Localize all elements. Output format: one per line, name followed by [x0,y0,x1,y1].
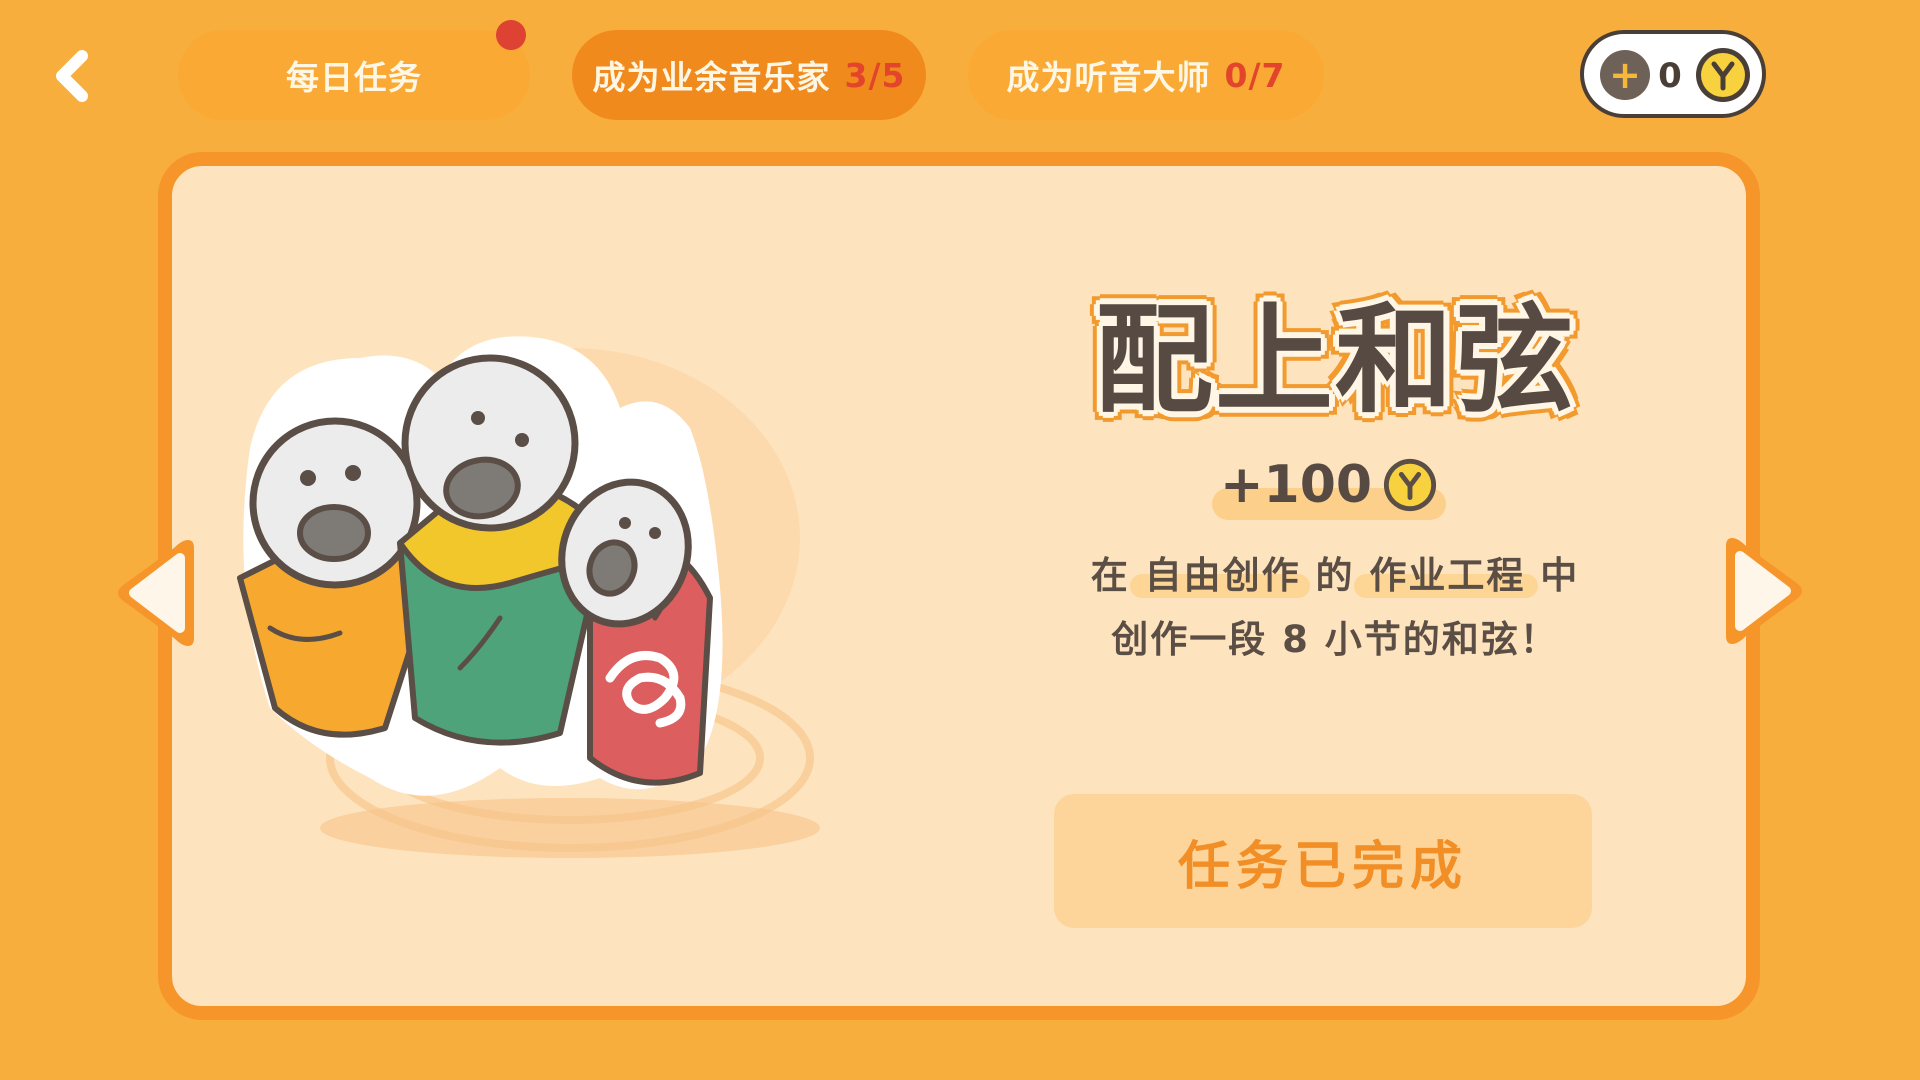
next-task-button[interactable] [1720,526,1812,656]
notification-dot [496,20,526,50]
arrow-right-icon [1726,538,1802,644]
coin-counter: + 0 [1580,30,1766,118]
reward-amount: +100 [1219,455,1373,515]
tab-daily-tasks[interactable]: 每日任务 [178,30,530,120]
coin-icon [1694,46,1752,104]
tab-daily-tasks-label: 每日任务 [286,58,422,97]
task-reward: +100 [1214,450,1444,520]
tab-amateur-musician-label: 成为业余音乐家 [592,58,831,97]
task-completed-button[interactable]: 任务已完成 [1054,794,1592,928]
task-description-line: 创作一段 8 小节的和弦！ [1111,618,1559,661]
chevron-left-icon [56,50,88,102]
arrow-left-icon [118,540,194,646]
task-description: 在 自由创作 的 作业工程 中 创作一段 8 小节的和弦！ [1020,544,1650,672]
coin-count: 0 [1658,56,1682,96]
task-completed-label: 任务已完成 [1177,836,1468,897]
tab-amateur-musician-progress: 3/5 [844,55,906,95]
tab-listening-master-progress: 0/7 [1224,55,1286,95]
tab-amateur-musician[interactable]: 成为业余音乐家 3/5 [572,30,926,120]
task-description-line: 在 自由创作 的 作业工程 中 [1090,554,1580,597]
previous-task-button[interactable] [108,528,200,658]
back-button[interactable] [48,48,98,104]
task-illustration [210,328,950,868]
task-title: 配上和弦 [1094,291,1575,429]
task-screen: 每日任务 成为业余音乐家 3/5 成为听音大师 0/7 + 0 配上和弦 +10… [0,0,1920,1080]
tab-listening-master-label: 成为听音大师 [1006,58,1211,97]
add-coins-button[interactable]: + [1600,50,1650,100]
coin-icon [1383,458,1437,512]
tab-listening-master[interactable]: 成为听音大师 0/7 [968,30,1324,120]
